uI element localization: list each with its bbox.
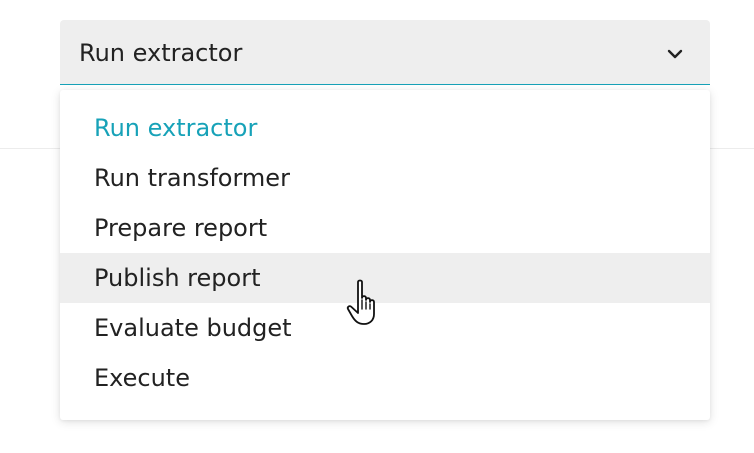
menu-option-execute[interactable]: Execute: [60, 353, 710, 403]
page: Run extractor Run extractor Run transfor…: [0, 0, 754, 453]
menu-option-run-transformer[interactable]: Run transformer: [60, 153, 710, 203]
menu-option-run-extractor[interactable]: Run extractor: [60, 103, 710, 153]
select-current-value: Run extractor: [79, 39, 243, 67]
menu-option-publish-report[interactable]: Publish report: [60, 253, 710, 303]
chevron-down-icon: [667, 49, 683, 59]
menu-option-label: Prepare report: [94, 214, 268, 242]
menu-option-evaluate-budget[interactable]: Evaluate budget: [60, 303, 710, 353]
menu-option-label: Execute: [94, 364, 190, 392]
menu-option-prepare-report[interactable]: Prepare report: [60, 203, 710, 253]
menu-option-label: Evaluate budget: [94, 314, 292, 342]
menu-option-label: Run extractor: [94, 114, 258, 142]
menu-option-label: Publish report: [94, 264, 261, 292]
dropdown-menu: Run extractor Run transformer Prepare re…: [60, 90, 710, 420]
menu-option-label: Run transformer: [94, 164, 290, 192]
run-action-select[interactable]: Run extractor: [60, 20, 710, 85]
